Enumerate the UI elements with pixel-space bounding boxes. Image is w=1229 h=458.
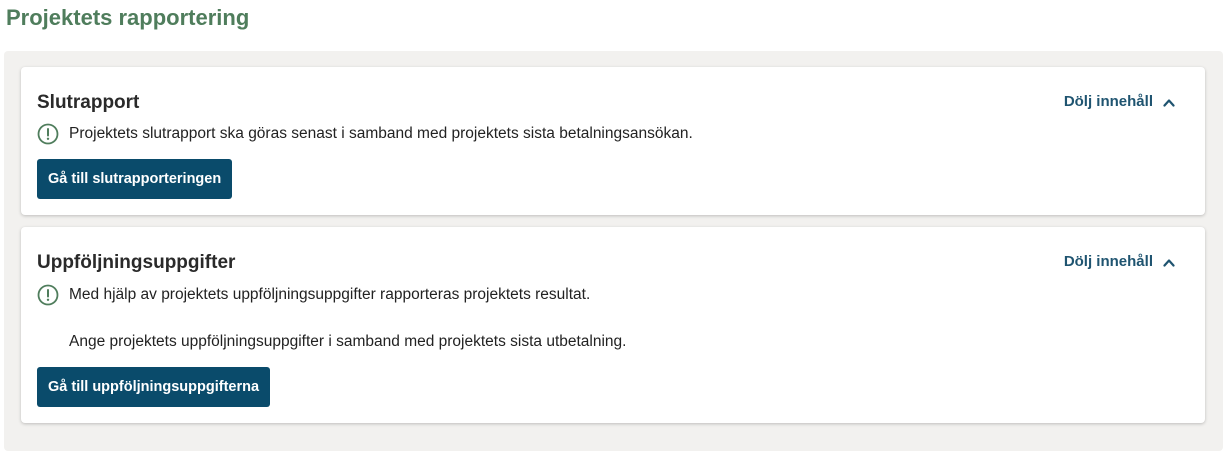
hide-content-label: Dölj innehåll (1063, 93, 1153, 110)
final-report-title: Slutrapport (37, 92, 140, 113)
exclamation-circle-icon (37, 123, 59, 145)
final-report-info: Projektets slutrapport ska göras senast … (37, 123, 693, 145)
chevron-up-icon (1163, 256, 1175, 268)
exclamation-circle-icon (37, 284, 59, 306)
go-to-follow-up-button[interactable]: Gå till uppföljningsuppgifterna (37, 367, 271, 407)
reporting-panel: Slutrapport Dölj innehåll Projektets slu… (4, 51, 1223, 451)
chevron-up-icon (1163, 96, 1175, 108)
follow-up-info-text: Med hjälp av projektets uppföljningsuppg… (69, 286, 591, 303)
follow-up-title: Uppföljningsuppgifter (37, 252, 236, 273)
final-report-info-text: Projektets slutrapport ska göras senast … (69, 125, 693, 142)
follow-up-card: Uppföljningsuppgifter Dölj innehåll Med … (21, 227, 1205, 423)
go-to-final-report-button[interactable]: Gå till slutrapporteringen (37, 159, 233, 199)
follow-up-info: Med hjälp av projektets uppföljningsuppg… (37, 284, 590, 306)
hide-content-label: Dölj innehåll (1063, 253, 1153, 270)
final-report-hide-content-toggle[interactable]: Dölj innehåll (1064, 91, 1175, 113)
follow-up-hide-content-toggle[interactable]: Dölj innehåll (1064, 251, 1175, 273)
follow-up-info-text-secondary: Ange projektets uppföljningsuppgifter i … (69, 333, 627, 350)
final-report-card: Slutrapport Dölj innehåll Projektets slu… (21, 67, 1205, 215)
page-title: Projektets rapportering (6, 5, 250, 30)
